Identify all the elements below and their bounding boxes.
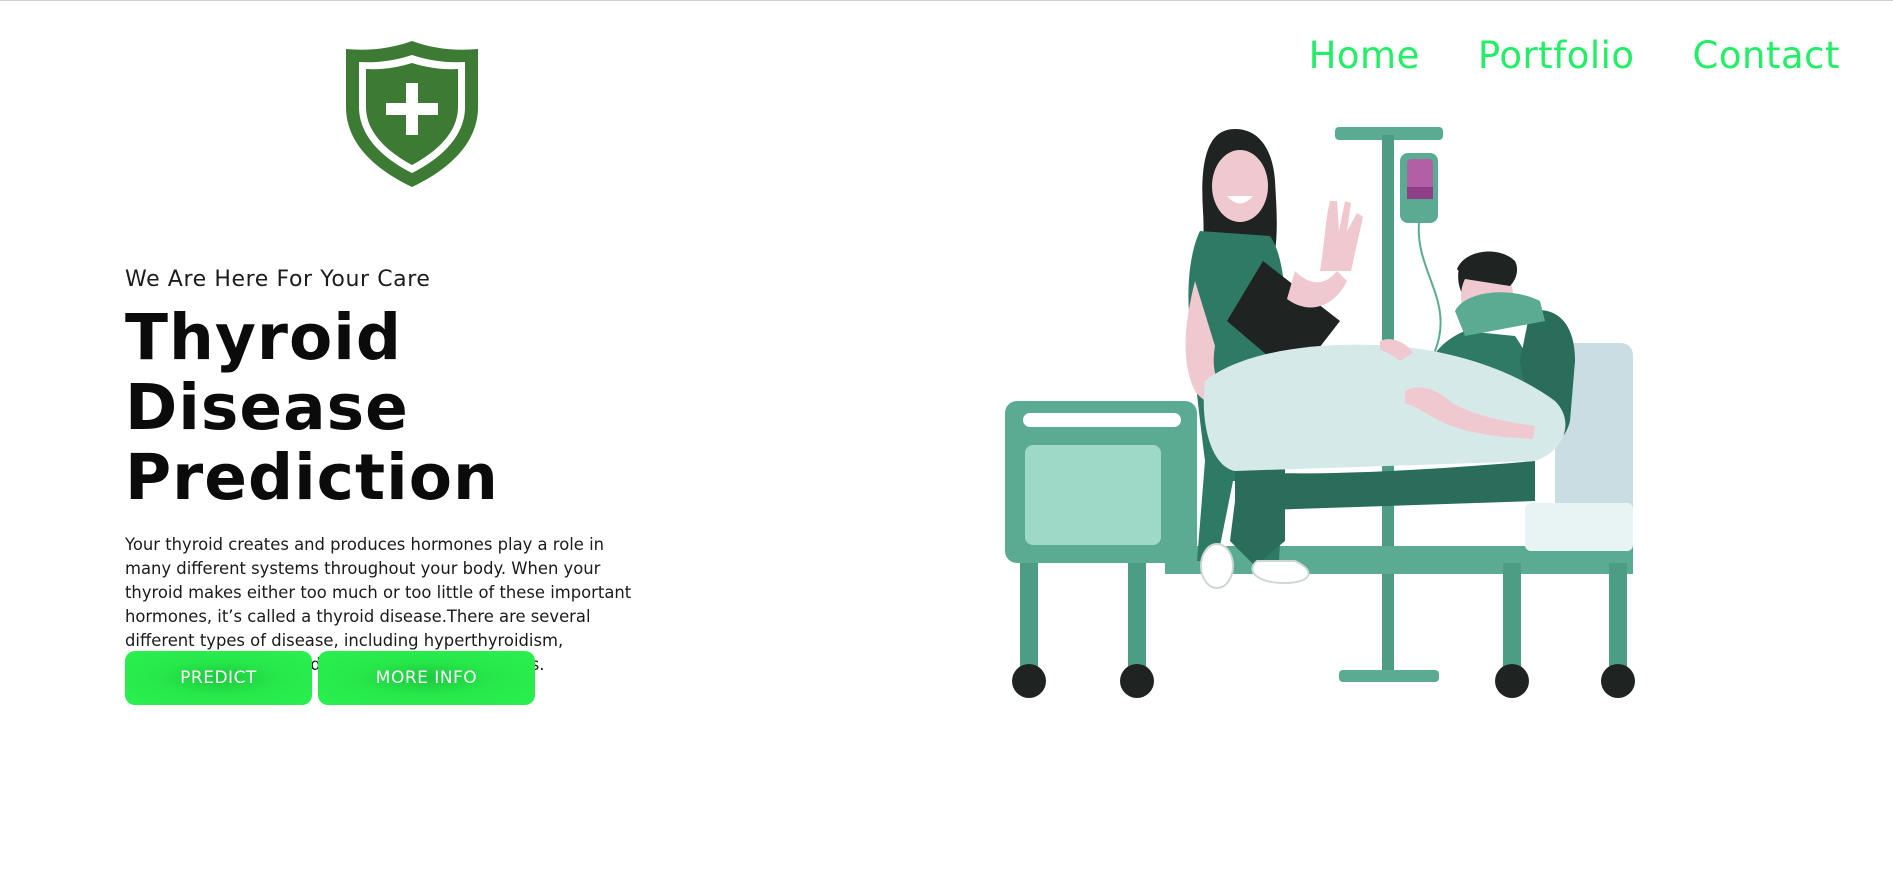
hero-buttons: PREDICT MORE INFO (125, 651, 535, 705)
hero-title-line2: Prediction (125, 441, 499, 514)
nav-contact-link[interactable]: Contact (1693, 31, 1840, 81)
more-info-button[interactable]: MORE INFO (318, 651, 535, 705)
predict-button[interactable]: PREDICT (125, 651, 312, 705)
nav-portfolio-link[interactable]: Portfolio (1478, 31, 1635, 81)
main-nav: Home Portfolio Contact (1309, 31, 1840, 81)
hero-title: Thyroid Disease Prediction (125, 303, 685, 513)
nav-home-link[interactable]: Home (1309, 31, 1420, 81)
shield-plus-icon[interactable] (338, 37, 486, 189)
hero-section: We Are Here For Your Care Thyroid Diseas… (125, 265, 685, 677)
nurse-patient-illustration (1005, 127, 1635, 698)
hero-title-line1: Thyroid Disease (125, 301, 409, 444)
page: Home Portfolio Contact We Are Here For Y… (0, 0, 1893, 881)
hero-tagline: We Are Here For Your Care (125, 267, 431, 292)
